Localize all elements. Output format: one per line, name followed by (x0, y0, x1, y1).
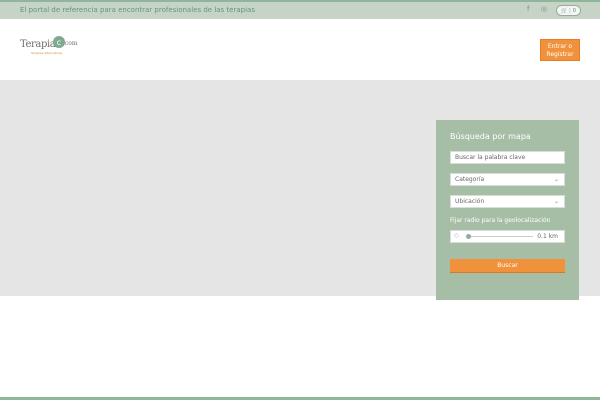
panel-title: Búsqueda por mapa (450, 132, 531, 141)
logo-suffix: .com (63, 40, 78, 47)
site-header: Terapia c .com Terapias alternativas Ent… (0, 19, 600, 80)
radius-value: 0.1 km (537, 233, 558, 240)
logo-subtitle: Terapias alternativas (31, 51, 63, 55)
facebook-icon[interactable]: f (527, 5, 529, 13)
site-logo[interactable]: Terapia c .com Terapias alternativas (20, 36, 78, 58)
site-tagline: El portal de referencia para encontrar p… (20, 6, 255, 14)
geolocation-icon[interactable]: ◇ (454, 232, 459, 239)
location-select[interactable]: Ubicación ⌄ (450, 195, 565, 208)
cart-button[interactable]: 🛒 | 0 (556, 5, 581, 16)
instagram-icon[interactable]: ◎ (541, 5, 547, 13)
cart-divider: | (569, 7, 571, 14)
location-label: Ubicación (455, 198, 485, 205)
keyword-input[interactable]: Buscar la palabra clave (450, 151, 565, 164)
page: El portal de referencia para encontrar p… (0, 0, 600, 400)
chevron-down-icon: ⌄ (553, 176, 559, 183)
logo-text: Terapia (20, 39, 56, 50)
slider-track (467, 236, 533, 237)
cart-count: 0 (572, 7, 576, 14)
radius-slider[interactable]: ◇ 0.1 km (450, 230, 565, 243)
category-label: Categoría (455, 176, 485, 183)
keyword-placeholder: Buscar la palabra clave (455, 154, 526, 161)
category-select[interactable]: Categoría ⌄ (450, 173, 565, 186)
search-button[interactable]: Buscar (450, 259, 565, 273)
top-bar: El portal de referencia para encontrar p… (0, 0, 600, 19)
radius-label: Fijar radio para la geolocalización (450, 217, 551, 224)
login-register-button[interactable]: Entrar o Registrar (540, 39, 580, 61)
chevron-down-icon: ⌄ (553, 198, 559, 205)
slider-handle[interactable] (466, 234, 471, 239)
map-search-panel: Búsqueda por mapa Buscar la palabra clav… (436, 120, 579, 300)
cart-icon: 🛒 (561, 7, 568, 14)
